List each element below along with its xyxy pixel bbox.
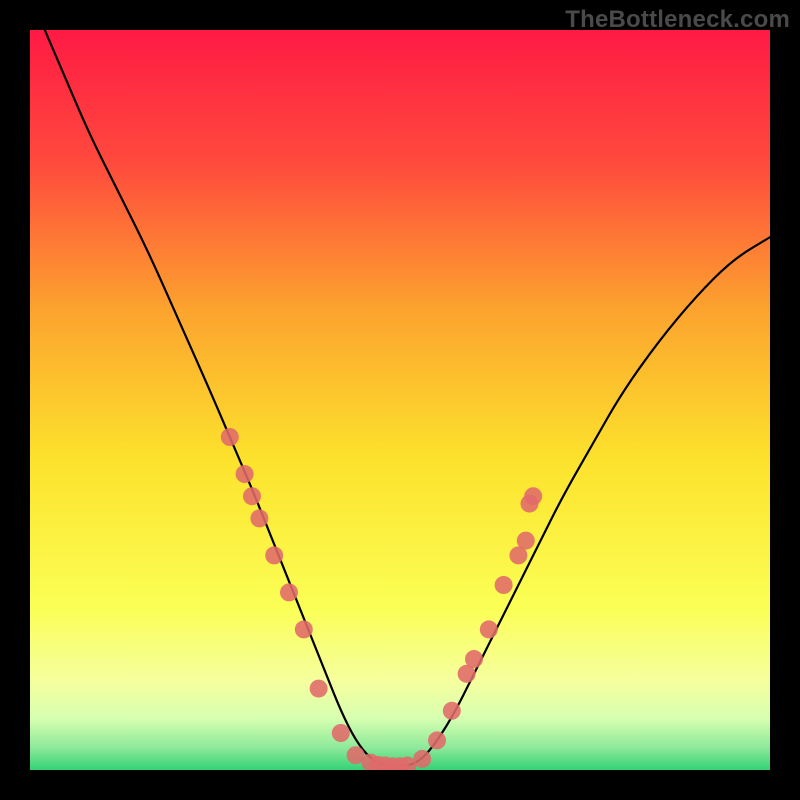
data-marker — [332, 724, 350, 742]
data-marker — [243, 487, 261, 505]
chart-frame: TheBottleneck.com — [0, 0, 800, 800]
watermark-text: TheBottleneck.com — [565, 6, 790, 34]
data-marker — [250, 509, 268, 527]
curve-layer — [30, 30, 770, 770]
data-marker — [310, 680, 328, 698]
data-marker — [480, 620, 498, 638]
data-marker — [495, 576, 513, 594]
data-marker — [265, 546, 283, 564]
data-marker — [236, 465, 254, 483]
data-marker — [443, 702, 461, 720]
data-marker — [221, 428, 239, 446]
data-marker — [428, 731, 446, 749]
bottleneck-curve — [45, 30, 770, 766]
data-marker — [517, 532, 535, 550]
data-marker — [413, 750, 431, 768]
data-marker — [524, 487, 542, 505]
data-marker — [295, 620, 313, 638]
data-marker — [280, 583, 298, 601]
data-marker — [465, 650, 483, 668]
marker-group — [221, 428, 542, 770]
plot-area — [30, 30, 770, 770]
